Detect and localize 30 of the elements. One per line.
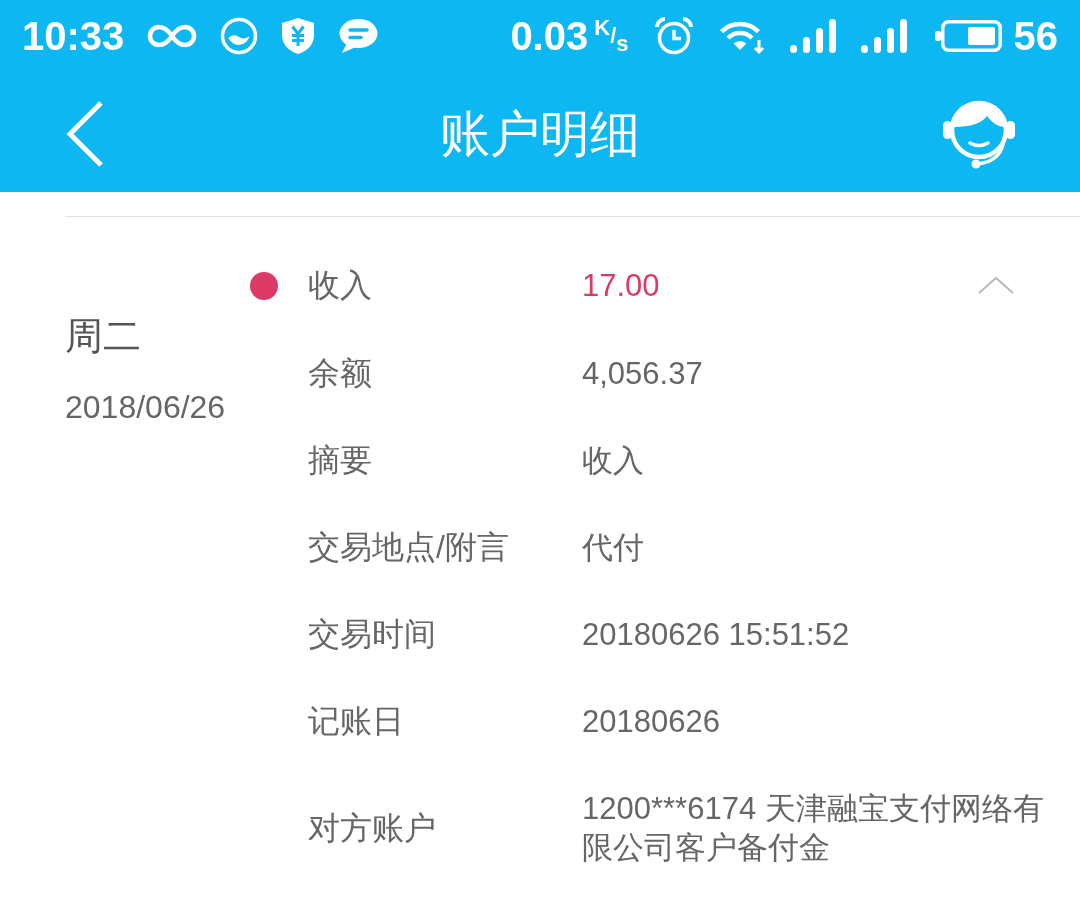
wave-circle-icon — [220, 16, 259, 55]
date-label: 2018/06/26 — [65, 388, 227, 427]
detail-value: 收入 — [582, 442, 645, 480]
transaction-amount: 17.00 — [582, 267, 661, 305]
alarm-clock-icon — [653, 15, 694, 56]
infinity-icon — [147, 23, 198, 48]
detail-label: 交易地点/附言 — [308, 528, 510, 567]
clock-time: 10:33 — [22, 13, 125, 58]
collapse-chevron-icon — [977, 275, 1015, 296]
battery-icon — [934, 19, 1002, 52]
back-chevron-icon — [65, 99, 105, 168]
shield-yen-icon — [281, 16, 316, 55]
network-speed: 0.03 — [510, 13, 589, 58]
detail-value: 代付 — [582, 529, 645, 567]
detail-label: 摘要 — [308, 441, 373, 480]
detail-label: 余额 — [308, 354, 373, 393]
signal-icon — [860, 18, 907, 53]
detail-value: 20180626 — [582, 703, 721, 741]
detail-value: 4,056.37 — [582, 355, 704, 393]
signal-icon — [789, 18, 836, 53]
weekday-label: 周二 — [65, 314, 142, 359]
chat-bubble-icon — [338, 17, 379, 54]
page-title: 账户明细 — [440, 104, 640, 164]
transaction-type: 收入 — [308, 266, 373, 305]
detail-label: 交易时间 — [308, 615, 437, 654]
detail-value: 20180626 15:51:52 — [582, 616, 851, 654]
battery-percent: 56 — [1013, 13, 1058, 58]
detail-label: 对方账户 — [308, 808, 437, 848]
detail-label: 记账日 — [308, 702, 405, 741]
detail-value: 1200***6174 天津融宝支付网络有限公司客户备付金 — [582, 790, 1045, 867]
